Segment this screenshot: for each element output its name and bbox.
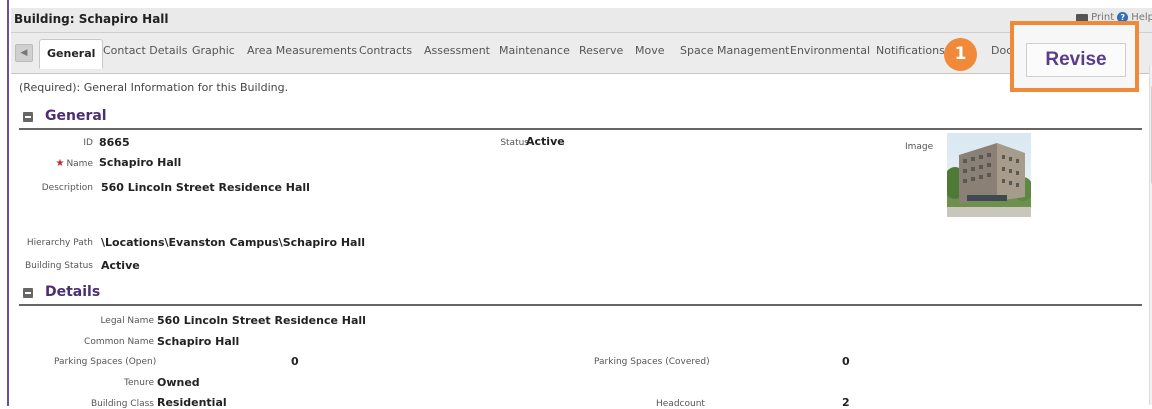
title-bar: Building: Schapiro Hall Print ? Help [11,8,1152,33]
building-photo [947,133,1031,217]
tenure-label: Tenure [124,378,154,388]
parking-open-value: 0 [291,355,299,368]
collapse-icon[interactable] [23,112,33,122]
required-note: (Required): General Information for this… [19,81,289,94]
step-number-badge: 1 [944,38,977,71]
tab-environmental[interactable]: Environmental [790,44,870,57]
id-label: ID [83,138,93,148]
tenure-value: Owned [157,376,200,389]
name-label-text: Name [66,159,93,169]
name-value: Schapiro Hall [99,156,182,169]
tab-move[interactable]: Move [635,44,665,57]
building-status-value: Active [101,259,140,272]
hierarchy-path-value: \Locations\Evanston Campus\Schapiro Hall [101,236,366,249]
building-window: Building: Schapiro Hall Print ? Help ◀ G… [7,0,1152,409]
collapse-icon[interactable] [23,288,33,298]
tab-space-management[interactable]: Space Management [680,44,789,57]
parking-open-label: Parking Spaces (Open) [54,357,157,367]
tab-area-measurements[interactable]: Area Measurements [247,44,357,57]
headcount-label: Headcount [656,399,705,409]
tab-reserve[interactable]: Reserve [579,44,623,57]
id-value: 8665 [99,136,130,149]
headcount-value: 2 [842,396,850,409]
status-label: Status [500,138,529,148]
legal-name-value: 560 Lincoln Street Residence Hall [157,314,366,327]
parking-covered-value: 0 [842,355,850,368]
general-section-header: General [19,108,1142,130]
image-label: Image [905,142,934,152]
building-class-value: Residential [157,396,227,409]
parking-covered-label: Parking Spaces (Covered) [594,357,710,367]
hierarchy-path-label: Hierarchy Path [26,238,93,248]
required-star-icon: ★ [55,158,65,169]
common-name-label: Common Name [84,337,154,347]
description-value: 560 Lincoln Street Residence Hall [101,181,310,194]
description-label: Description [41,183,93,193]
building-status-label: Building Status [24,261,93,271]
tab-scroll-left-icon[interactable]: ◀ [15,44,33,62]
name-label: ★ Name [55,158,93,169]
tab-notifications[interactable]: Notifications [876,44,945,57]
details-section-title: Details [45,284,101,300]
window-title: Building: Schapiro Hall [14,12,169,26]
tab-maintenance[interactable]: Maintenance [499,44,570,57]
tab-graphic[interactable]: Graphic [192,44,235,57]
tab-contact-details[interactable]: Contact Details [103,44,187,57]
common-name-value: Schapiro Hall [157,335,240,348]
legal-name-label: Legal Name [100,316,154,326]
status-value: Active [526,135,565,148]
general-section-title: General [45,108,107,124]
building-class-label: Building Class [90,399,154,409]
details-section-header: Details [19,284,1142,306]
building-image[interactable] [947,133,1031,217]
revise-button[interactable]: Revise [1026,43,1126,77]
revise-highlight-frame: Revise [1010,21,1139,92]
tab-assessment[interactable]: Assessment [424,44,490,57]
tab-contracts[interactable]: Contracts [359,44,412,57]
tab-bar: ◀ General Contact Details Graphic Area M… [11,33,1152,74]
tab-general[interactable]: General [39,39,104,69]
